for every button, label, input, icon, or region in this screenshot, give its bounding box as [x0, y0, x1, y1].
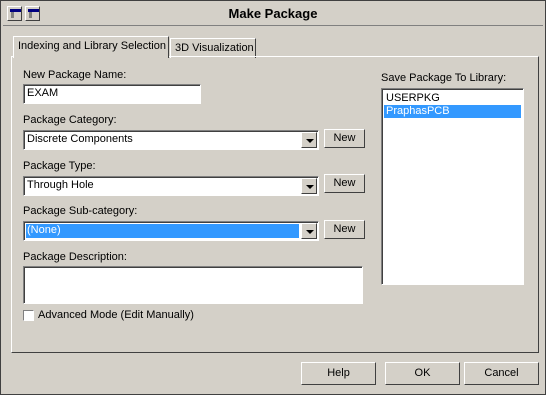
advanced-mode-label: Advanced Mode (Edit Manually): [38, 309, 194, 321]
cancel-button[interactable]: Cancel: [464, 362, 539, 385]
package-description-input[interactable]: [23, 266, 363, 304]
new-subcategory-label: New: [333, 223, 356, 235]
package-name-label: New Package Name:: [23, 69, 127, 81]
package-type-label: Package Type:: [23, 160, 96, 172]
help-label: Help: [327, 367, 350, 379]
new-subcategory-button[interactable]: New: [324, 220, 365, 239]
list-item[interactable]: PraphasPCB: [384, 105, 521, 118]
make-package-dialog: Make Package Indexing and Library Select…: [0, 0, 546, 395]
package-name-input[interactable]: EXAM: [23, 84, 201, 104]
package-type-select[interactable]: Through Hole: [23, 176, 319, 196]
cancel-label: Cancel: [484, 367, 519, 379]
tab-label: Indexing and Library Selection: [18, 40, 166, 52]
tab-3d-visualization[interactable]: 3D Visualization: [170, 38, 256, 58]
new-type-label: New: [333, 177, 356, 189]
library-list[interactable]: USERPKG PraphasPCB: [381, 88, 524, 285]
tab-panel: New Package Name: EXAM Package Category:…: [11, 56, 539, 353]
chevron-down-icon[interactable]: [301, 178, 317, 194]
new-type-button[interactable]: New: [324, 174, 365, 193]
list-item[interactable]: USERPKG: [384, 92, 521, 105]
package-type-value: Through Hole: [27, 179, 94, 191]
package-category-label: Package Category:: [23, 114, 117, 126]
package-name-value: EXAM: [27, 87, 59, 99]
library-label: Save Package To Library:: [381, 72, 507, 84]
new-category-button[interactable]: New: [324, 129, 365, 148]
package-subcategory-label: Package Sub-category:: [23, 205, 138, 217]
chevron-down-icon[interactable]: [301, 223, 317, 239]
tab-label: 3D Visualization: [175, 42, 254, 54]
advanced-mode-checkbox[interactable]: [23, 310, 34, 321]
new-category-label: New: [333, 132, 356, 144]
tab-indexing-library[interactable]: Indexing and Library Selection: [13, 36, 169, 58]
dialog-title: Make Package: [228, 6, 318, 21]
chevron-down-icon[interactable]: [301, 132, 317, 148]
title-bar: Make Package: [3, 3, 543, 26]
package-description-label: Package Description:: [23, 251, 127, 263]
ok-label: OK: [414, 367, 431, 379]
ok-button[interactable]: OK: [385, 362, 460, 385]
package-subcategory-value: (None): [26, 224, 299, 238]
package-subcategory-select[interactable]: (None): [23, 221, 319, 241]
help-button[interactable]: Help: [301, 362, 376, 385]
package-category-value: Discrete Components: [27, 133, 133, 145]
package-category-select[interactable]: Discrete Components: [23, 130, 319, 150]
